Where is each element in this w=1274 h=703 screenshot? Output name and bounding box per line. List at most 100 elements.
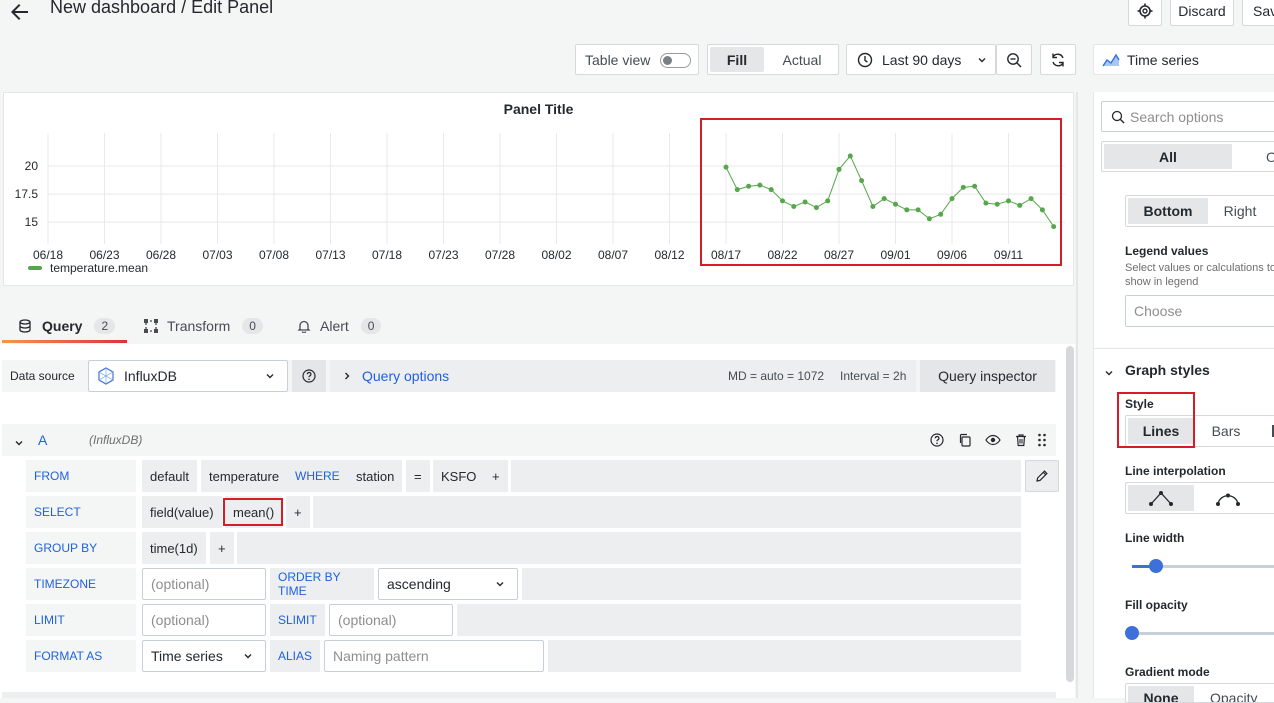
line-interpolation-label: Line interpolation (1125, 464, 1226, 478)
back-arrow-icon[interactable] (8, 0, 32, 24)
limit-input[interactable]: (optional) (142, 604, 266, 636)
chevron-down-icon (978, 57, 986, 62)
add-select-button[interactable]: + (286, 496, 310, 528)
query-help-icon[interactable] (930, 433, 944, 450)
from-policy[interactable]: default (142, 460, 198, 492)
graph-styles-collapse-icon[interactable] (1104, 365, 1114, 381)
options-pane-top-line (1076, 92, 1078, 698)
gear-icon (1137, 3, 1153, 19)
where-operator[interactable]: = (406, 460, 430, 492)
where-value[interactable]: KSFO (433, 460, 485, 492)
query-scrollbar[interactable] (1066, 346, 1074, 682)
y-tick-label: 15 (25, 215, 39, 229)
interp-smooth-button[interactable] (1202, 485, 1254, 511)
legend-label: temperature.mean (50, 261, 149, 275)
timezone-input[interactable]: (optional) (142, 568, 266, 600)
gradient-none-button[interactable]: None (1128, 686, 1194, 702)
help-button[interactable] (292, 360, 326, 392)
legend-item[interactable]: temperature.mean (28, 261, 148, 275)
fill-button[interactable]: Fill (710, 47, 764, 72)
toggle-visibility-icon[interactable] (985, 433, 1001, 450)
query-ref-id[interactable]: A (38, 432, 47, 448)
collapse-query-icon[interactable] (14, 435, 24, 451)
x-tick-label: 06/28 (146, 248, 176, 262)
select-field[interactable]: field(value) (142, 496, 222, 528)
options-scope-group: All O (1101, 141, 1274, 172)
clock-icon (857, 52, 873, 67)
pencil-icon (1036, 470, 1048, 482)
table-view-toggle[interactable]: Table view (575, 44, 699, 75)
tab-alert-count: 0 (360, 318, 382, 334)
zoom-out-icon (1007, 52, 1022, 68)
toggle-switch[interactable] (660, 53, 691, 68)
question-circle-icon (302, 369, 316, 383)
data-source-picker[interactable]: InfluxDB (88, 360, 288, 392)
scope-overrides-button[interactable]: O (1266, 144, 1274, 169)
data-source-value: InfluxDB (124, 368, 177, 384)
order-by-select[interactable]: ascending (378, 568, 518, 600)
fill-opacity-slider[interactable] (1125, 626, 1274, 640)
legend-placement-group: Bottom Right (1125, 195, 1274, 227)
style-bars-button[interactable]: Bars (1198, 418, 1254, 444)
placement-right-button[interactable]: Right (1212, 198, 1268, 224)
x-tick-label: 06/23 (89, 248, 119, 262)
x-tick-label: 07/03 (202, 248, 232, 262)
fill-opacity-slider-thumb[interactable] (1125, 626, 1139, 640)
scope-all-button[interactable]: All (1104, 144, 1232, 169)
table-view-label: Table view (585, 51, 651, 68)
x-tick-label: 08/07 (598, 248, 628, 262)
format-as-value: Time series (151, 648, 223, 664)
x-tick-label: 07/13 (315, 248, 345, 262)
x-tick-label: 07/18 (372, 248, 402, 262)
line-width-slider-thumb[interactable] (1148, 559, 1163, 573)
tab-query[interactable]: Query 2 (18, 312, 116, 340)
viz-type-label: Time series (1127, 51, 1199, 68)
gradient-mode-label: Gradient mode (1125, 665, 1210, 679)
from-label: FROM (26, 460, 136, 492)
add-where-button[interactable]: + (484, 460, 508, 492)
refresh-button[interactable] (1040, 44, 1076, 75)
drag-handle-icon[interactable] (1037, 433, 1047, 450)
group-by-time[interactable]: time(1d) (142, 532, 206, 564)
time-range-picker[interactable]: Last 90 days (846, 44, 996, 75)
line-width-slider[interactable] (1132, 559, 1274, 573)
edit-raw-query-button[interactable] (1025, 460, 1059, 492)
from-measurement[interactable]: temperature (201, 460, 288, 492)
query-inspector-button[interactable]: Query inspector (920, 360, 1055, 392)
viz-type-picker[interactable]: Time series (1093, 44, 1274, 75)
legend-values-desc: Select values or calculations to show in… (1125, 262, 1274, 288)
tab-transform[interactable]: Transform 0 (144, 312, 263, 340)
alias-input[interactable]: Naming pattern (324, 640, 544, 672)
add-group-button[interactable]: + (210, 532, 234, 564)
linear-interpolation-icon (1149, 491, 1173, 506)
actual-button[interactable]: Actual (766, 47, 838, 72)
where-key[interactable]: station (348, 460, 403, 492)
time-series-icon (1102, 53, 1120, 66)
format-as-select[interactable]: Time series (142, 640, 266, 672)
save-button[interactable]: Sav (1242, 0, 1274, 26)
zoom-out-button[interactable] (996, 44, 1032, 75)
md-text: MD = auto = 1072 (728, 369, 825, 383)
search-options-input[interactable]: Search options (1101, 101, 1274, 132)
settings-button[interactable] (1128, 0, 1162, 26)
interp-linear-button[interactable] (1128, 485, 1194, 511)
discard-button[interactable]: Discard (1170, 0, 1234, 26)
legend-values-select[interactable]: Choose (1125, 295, 1274, 327)
query-header (2, 424, 1056, 456)
highlight-box-chart (700, 118, 1062, 266)
line-interpolation-group (1125, 482, 1274, 514)
graph-styles-label[interactable]: Graph styles (1125, 362, 1210, 378)
placement-bottom-button[interactable]: Bottom (1128, 198, 1208, 224)
gradient-mode-group: None Opacity (1125, 683, 1274, 703)
query-options-toggle[interactable]: Query options MD = auto = 1072 Interval … (330, 360, 916, 392)
query-options-label: Query options (362, 368, 450, 384)
data-source-label: Data source (10, 369, 75, 383)
tab-alert[interactable]: Alert 0 (297, 312, 382, 340)
delete-query-icon[interactable] (1014, 433, 1028, 450)
slimit-input[interactable]: (optional) (329, 604, 453, 636)
tab-transform-count: 0 (242, 318, 263, 334)
alias-label: ALIAS (270, 640, 320, 672)
gradient-opacity-button[interactable]: Opacity (1210, 686, 1257, 702)
duplicate-query-icon[interactable] (958, 433, 972, 450)
interval-text: Interval = 2h (840, 369, 907, 383)
